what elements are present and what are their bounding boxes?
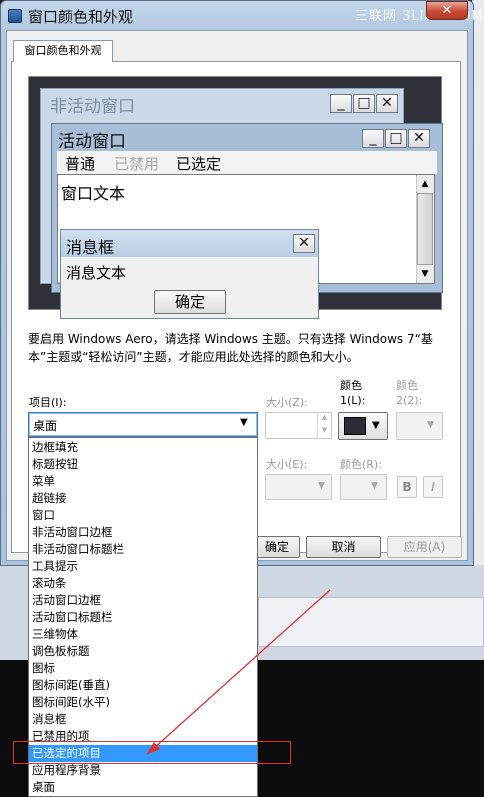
preview-window-text: 窗口文本 [61, 184, 126, 203]
dropdown-item[interactable]: 非活动窗口边框 [29, 524, 257, 541]
color1-arrow-icon: ▼ [372, 420, 380, 431]
scroll-thumb [417, 193, 433, 265]
preview-active-title: 活动窗口 [58, 132, 126, 152]
cancel-button[interactable]: 取消 [306, 536, 381, 558]
dropdown-item[interactable]: 调色板标题 [29, 643, 257, 660]
dropdown-item[interactable]: 标题按钮 [29, 456, 257, 473]
preview-message-text: 消息文本 [66, 264, 127, 282]
color2-arrow-icon: ▼ [427, 420, 434, 430]
dropdown-item[interactable]: 图标间距(水平) [29, 694, 257, 711]
preview-menu-normal: 普通 [65, 155, 96, 173]
message-close-icon: ✕ [293, 234, 315, 253]
color1-label-line2: 1(L): [340, 394, 366, 407]
tab-window-color-appearance[interactable]: 窗口颜色和外观 [13, 40, 113, 62]
ok-button-label: 确定 [264, 540, 289, 554]
preview-menu-disabled: 已禁用 [114, 155, 160, 173]
inactive-close-icon: ✕ [376, 94, 398, 113]
dropdown-item[interactable]: 滚动条 [29, 575, 257, 592]
scroll-down-icon: ▼ [421, 269, 429, 279]
active-close-icon: ✕ [408, 129, 430, 148]
spin-down-icon[interactable]: ▼ [317, 426, 331, 438]
dropdown-item[interactable]: 窗口 [29, 507, 257, 524]
font-color-label: 颜色(R): [340, 458, 382, 471]
color2-button[interactable] [396, 412, 443, 440]
dropdown-item[interactable]: 消息框 [29, 711, 257, 728]
preview-message-title: 消息框 [66, 238, 115, 257]
dropdown-item[interactable]: 三维物体 [29, 626, 257, 643]
dropdown-item[interactable]: 应用程序背景 [29, 762, 257, 779]
highlight-box [13, 741, 291, 764]
color1-label-line1: 颜色 [340, 379, 362, 392]
dropdown-item[interactable]: 工具提示 [29, 558, 257, 575]
inactive-minimize-icon: _ [330, 94, 352, 113]
scroll-up-icon: ▲ [421, 179, 429, 189]
font-color-arrow-icon: ▼ [371, 481, 378, 491]
dropdown-item[interactable]: 活动窗口标题栏 [29, 609, 257, 626]
size-label: 大小(Z): [266, 396, 308, 409]
inactive-maximize-icon: □ [353, 94, 375, 113]
active-maximize-icon: □ [385, 129, 407, 148]
dropdown-item[interactable]: 桌面 [29, 779, 257, 796]
color1-swatch [344, 417, 366, 435]
font-size-label: 大小(E): [266, 458, 308, 471]
font-color-select[interactable] [340, 474, 387, 500]
bold-button[interactable]: B [397, 476, 417, 498]
dropdown-item[interactable]: 图标 [29, 660, 257, 677]
dropdown-item[interactable]: 边框填充 [29, 439, 257, 456]
item-label: 项目(I): [29, 396, 67, 409]
preview-inactive-title: 非活动窗口 [50, 97, 135, 117]
dropdown-item[interactable]: 活动窗口边框 [29, 592, 257, 609]
aero-description: 要启用 Windows Aero，请选择 Windows 主题。只有选择 Win… [28, 332, 433, 364]
dropdown-item[interactable]: 图标间距(垂直) [29, 677, 257, 694]
preview-ok-button: 确定 [154, 290, 226, 314]
dropdown-item[interactable]: 超链接 [29, 490, 257, 507]
apply-button[interactable]: 应用(A) [387, 536, 462, 558]
item-select-value: 桌面 [33, 419, 58, 433]
font-size-arrow-icon: ▼ [318, 481, 325, 491]
active-minimize-icon: _ [362, 129, 384, 148]
window-close-button[interactable]: ✕ [426, 1, 468, 20]
dropdown-item[interactable]: 非活动窗口标题栏 [29, 541, 257, 558]
dropdown-item[interactable]: 菜单 [29, 473, 257, 490]
color2-label-line2: 2(2): [396, 394, 423, 407]
color2-label-line1: 颜色 [396, 379, 418, 392]
chevron-down-icon: ▼ [240, 417, 248, 428]
window-title: 窗口颜色和外观 [28, 8, 134, 26]
window-app-icon [8, 9, 22, 23]
preview-menu-selected: 已选定 [176, 155, 222, 173]
italic-button[interactable]: I [423, 476, 443, 498]
background-panel [258, 597, 484, 647]
item-select[interactable] [28, 412, 258, 437]
spin-up-icon[interactable]: ▲ [317, 413, 331, 425]
